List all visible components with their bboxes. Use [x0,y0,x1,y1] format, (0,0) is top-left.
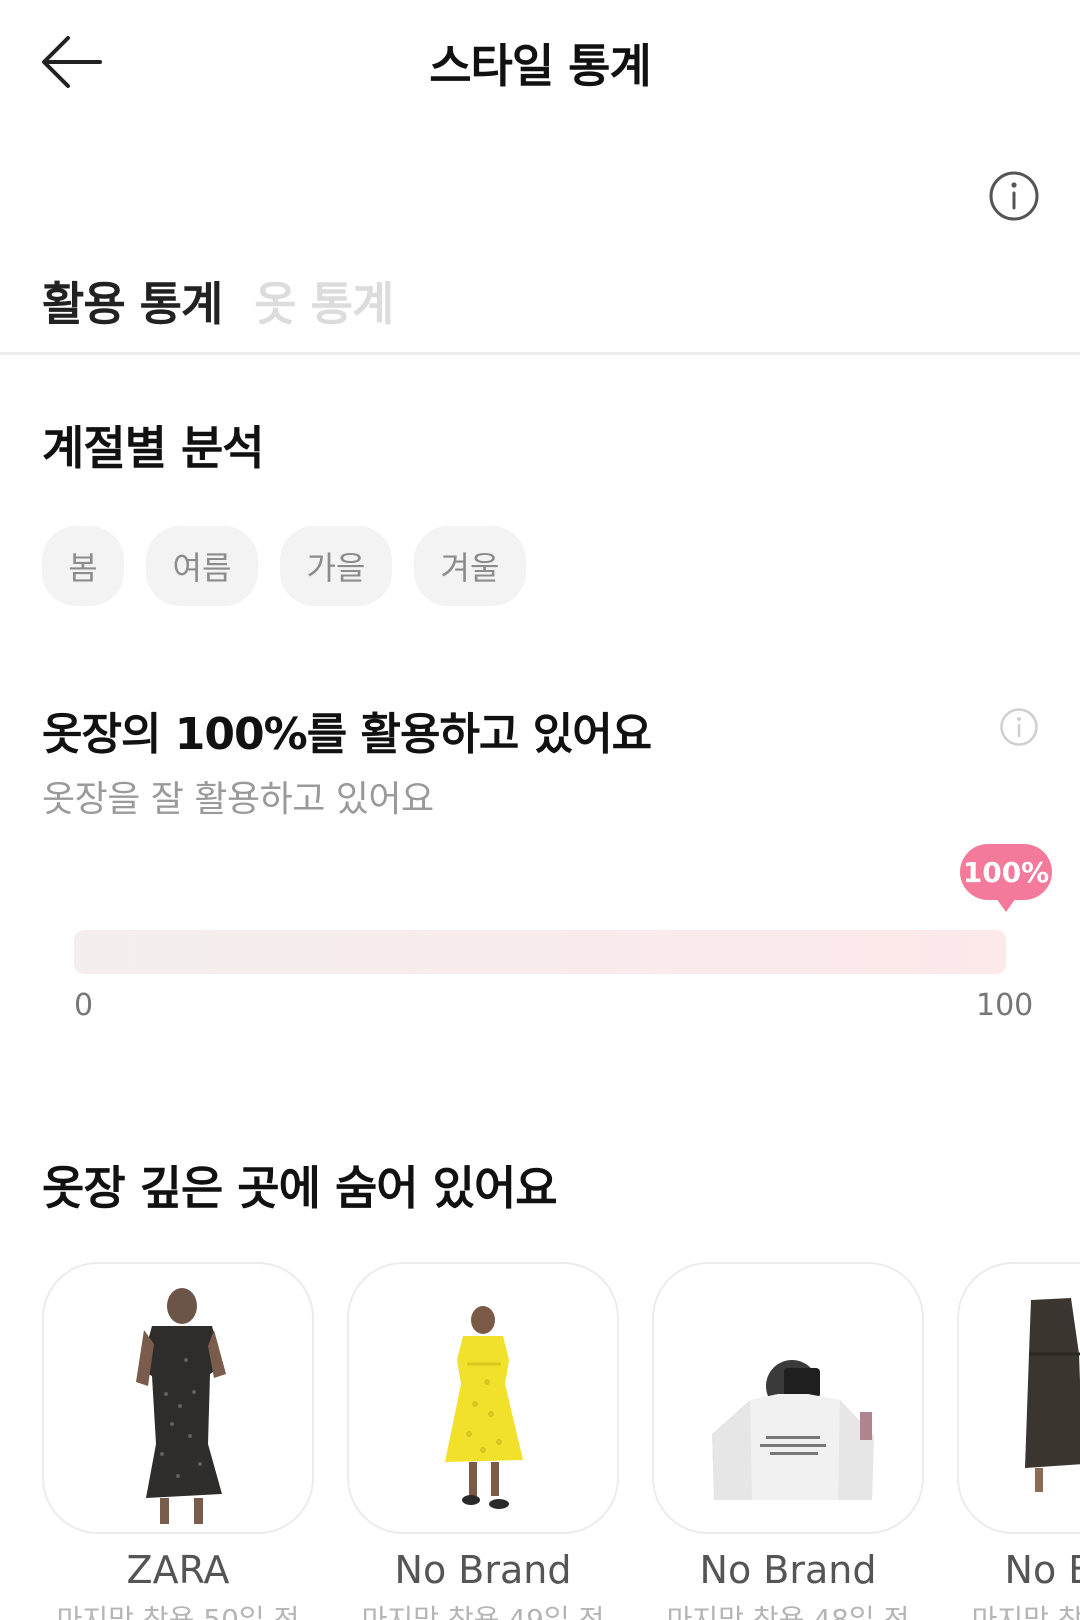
tab-divider [0,352,1080,355]
usage-bar-max-label: 100 [976,988,1034,1023]
hidden-clothes-title: 옷장 깊은 곳에 숨어 있어요 [42,1161,558,1215]
clothing-card[interactable]: No Brand 마지막 착용 48일 전 [652,1262,924,1620]
usage-progress-bar [74,930,1006,974]
usage-percent-pointer [996,898,1016,912]
app-header: 스타일 통계 [0,0,1080,130]
usage-title: 옷장의 100%를 활용하고 있어요 [42,709,652,760]
clothing-card[interactable]: ZARA 마지막 착용 50일 전 [42,1262,314,1620]
hidden-clothes-carousel[interactable]: ZARA 마지막 착용 50일 전 No Brand 마지막 착용 49일 전 [42,1262,1080,1620]
black-patterned-dress-image [136,1288,226,1524]
usage-progress-fill [74,930,1006,974]
clothing-card-last-worn: 마지막 착용 48일 전 [666,1603,910,1620]
season-chip-autumn[interactable]: 가을 [280,526,392,606]
usage-percent-badge: 100% [960,844,1052,900]
info-circle-icon [1000,708,1038,746]
season-chips: 봄 여름 가을 겨울 [42,526,526,606]
clothing-card[interactable]: No Brand 마지막 착용 47일 전 [957,1262,1080,1620]
clothing-card-brand: No Brand [1004,1548,1080,1592]
clothing-card-image[interactable] [347,1262,619,1534]
clothing-card-image[interactable] [957,1262,1080,1534]
stats-tabs: 활용 통계 옷 통계 [42,268,394,334]
page-title: 스타일 통계 [429,39,652,93]
clothing-card-image[interactable] [652,1262,924,1534]
season-chip-winter[interactable]: 겨울 [414,526,526,606]
info-button[interactable] [986,168,1042,224]
usage-info-button[interactable] [998,706,1040,748]
clothing-card-brand: ZARA [126,1548,230,1592]
yellow-sleeveless-dress-image [445,1306,523,1509]
tab-usage-stats[interactable]: 활용 통계 [42,268,223,334]
tab-clothes-stats[interactable]: 옷 통계 [254,268,394,334]
clothing-card[interactable]: No Brand 마지막 착용 49일 전 [347,1262,619,1620]
season-chip-spring[interactable]: 봄 [42,526,124,606]
info-circle-icon [989,171,1039,221]
clothing-card-brand: No Brand [394,1548,572,1592]
usage-bar-min-label: 0 [74,988,94,1023]
clothing-card-brand: No Brand [699,1548,877,1592]
clothing-card-last-worn: 마지막 착용 47일 전 [971,1603,1080,1620]
usage-subtitle: 옷장을 잘 활용하고 있어요 [42,779,434,820]
clothing-card-last-worn: 마지막 착용 50일 전 [56,1603,300,1620]
dark-pleated-skirt-image [1025,1298,1080,1492]
season-analysis-title: 계절별 분석 [42,421,265,475]
season-chip-summer[interactable]: 여름 [146,526,258,606]
white-graphic-tshirt-image [712,1360,874,1500]
clothing-card-image[interactable] [42,1262,314,1534]
clothing-card-last-worn: 마지막 착용 49일 전 [361,1603,605,1620]
